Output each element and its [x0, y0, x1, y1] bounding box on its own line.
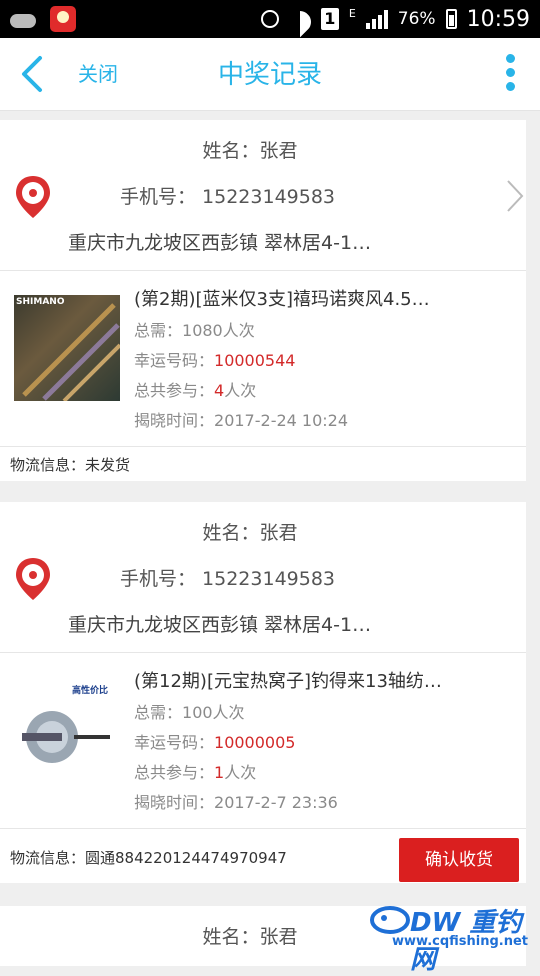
win-record-card: 姓名：张君 手机号： 15223149583 重庆市九龙坡区西彭镇 翠林居4-1…: [0, 120, 526, 481]
address-section[interactable]: 姓名：张君 手机号： 15223149583 重庆市九龙坡区西彭镇 翠林居4-1…: [0, 120, 526, 271]
confirm-receipt-button[interactable]: 确认收货: [399, 838, 519, 882]
back-button[interactable]: [14, 50, 54, 98]
thumb-brand: SHIMANO: [16, 297, 65, 307]
recipient-address: 重庆市九龙坡区西彭镇 翠林居4-1…: [68, 232, 372, 254]
address-section[interactable]: 姓名：张君 手机号： 15223149583 重庆市九龙坡区西彭镇 翠林居4-1…: [0, 502, 526, 653]
fish-logo-icon: [370, 906, 410, 934]
app-header: 关闭 中奖记录: [0, 38, 540, 111]
logistics-info: 物流信息：未发货: [10, 456, 131, 474]
win-record-card: 姓名：张君 手机号： 15223149583 重庆市九龙坡区西彭镇 翠林居4-1…: [0, 502, 526, 883]
recipient-phone: 手机号： 15223149583: [120, 568, 336, 590]
wifi-icon: [289, 11, 311, 27]
participation-row: 总共参与：4人次: [134, 381, 257, 400]
watermark-url: www.cqfishing.net: [392, 934, 529, 949]
product-thumbnail: SHIMANO: [14, 295, 120, 401]
status-bar: 1 E 76% 10:59: [0, 0, 540, 38]
logistics-section: 物流信息：未发货: [0, 447, 526, 481]
location-pin-icon: [14, 174, 52, 224]
more-button[interactable]: [498, 52, 522, 96]
chevron-left-icon: [22, 56, 42, 92]
thumb-caption: 高性价比: [72, 686, 109, 696]
more-vertical-icon: [505, 54, 515, 63]
need-row: 总需：100人次: [134, 703, 245, 722]
location-pin-icon: [14, 556, 52, 606]
product-thumbnail: 高性价比: [14, 677, 120, 783]
recipient-name: 姓名：张君: [202, 522, 298, 544]
battery-icon: [445, 9, 457, 29]
battery-percent: 76%: [397, 9, 436, 29]
chevron-right-icon: [507, 180, 524, 212]
site-watermark: DW 重钓网 www.cqfishing.net: [370, 902, 534, 975]
cloud-icon: [10, 14, 36, 28]
product-section[interactable]: SHIMANO (第2期)[蓝米仅3支]禧玛诺爽风4.5… 总需：1080人次 …: [0, 271, 526, 447]
network-type: E: [348, 6, 356, 20]
alarm-icon: [260, 10, 279, 28]
need-row: 总需：1080人次: [134, 321, 255, 340]
close-button[interactable]: 关闭: [78, 58, 118, 87]
logistics-section: 物流信息：圆通884220124474970947 确认收货: [0, 829, 526, 883]
sim-icon: 1: [320, 8, 339, 30]
recipient-name: 姓名：张君: [202, 140, 298, 162]
clock: 10:59: [466, 6, 530, 32]
fishing-rod-image: [22, 303, 120, 401]
reveal-time-row: 揭晓时间：2017-2-7 23:36: [134, 793, 338, 812]
recipient-phone: 手机号： 15223149583: [120, 186, 336, 208]
lucky-number-row: 幸运号码：10000005: [134, 733, 296, 752]
lucky-number: 10000544: [214, 351, 296, 370]
app-notification-icon: [50, 6, 76, 32]
product-section[interactable]: 高性价比 (第12期)[元宝热窝子]钓得来13轴纺… 总需：100人次 幸运号码…: [0, 653, 526, 829]
lucky-number: 10000005: [214, 733, 296, 752]
recipient-address: 重庆市九龙坡区西彭镇 翠林居4-1…: [68, 614, 372, 636]
product-title: (第12期)[元宝热窝子]钓得来13轴纺…: [134, 671, 442, 692]
logistics-info: 物流信息：圆通884220124474970947: [10, 849, 287, 867]
participation-row: 总共参与：1人次: [134, 763, 257, 782]
lucky-number-row: 幸运号码：10000544: [134, 351, 296, 370]
product-title: (第2期)[蓝米仅3支]禧玛诺爽风4.5…: [134, 289, 430, 310]
reveal-time-row: 揭晓时间：2017-2-24 10:24: [134, 411, 349, 430]
signal-icon: [365, 9, 388, 29]
